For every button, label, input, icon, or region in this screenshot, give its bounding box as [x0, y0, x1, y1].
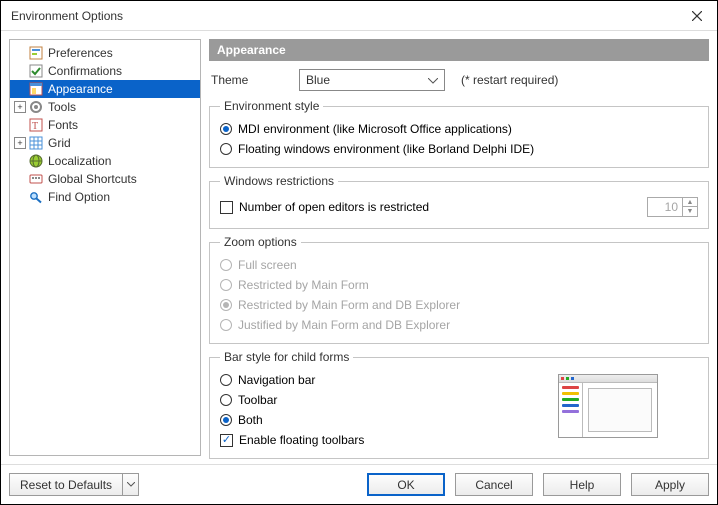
tree-label: Preferences — [48, 46, 113, 60]
cancel-button[interactable]: Cancel — [455, 473, 533, 496]
group-legend: Windows restrictions — [220, 174, 338, 188]
radio-label: Restricted by Main Form — [238, 278, 369, 292]
group-legend: Environment style — [220, 99, 323, 113]
tree-item-appearance[interactable]: Appearance — [10, 80, 200, 98]
spin-up-button[interactable]: ▲ — [683, 198, 697, 207]
tree-item-confirmations[interactable]: Confirmations — [10, 62, 200, 80]
radio-barstyle-toolbar[interactable]: Toolbar — [220, 390, 558, 410]
windows-restrictions-group: Windows restrictions Number of open edit… — [209, 174, 709, 229]
radio-floating-environment[interactable]: Floating windows environment (like Borla… — [220, 139, 698, 159]
fonts-icon: T — [28, 117, 44, 133]
tree-label: Localization — [48, 154, 111, 168]
titlebar: Environment Options — [1, 1, 717, 31]
theme-value: Blue — [306, 73, 330, 87]
radio-label: Full screen — [238, 258, 297, 272]
shortcuts-icon — [28, 171, 44, 187]
tree-label: Confirmations — [48, 64, 122, 78]
apply-button[interactable]: Apply — [631, 473, 709, 496]
tree-label: Grid — [48, 136, 71, 150]
theme-hint: (* restart required) — [461, 73, 558, 87]
page-title: Appearance — [209, 39, 709, 61]
tree-item-preferences[interactable]: Preferences — [10, 44, 200, 62]
radio-icon — [220, 279, 232, 291]
group-legend: Zoom options — [220, 235, 301, 249]
radio-icon — [220, 394, 232, 406]
tree-item-grid[interactable]: + Grid — [10, 134, 200, 152]
restrict-editors-checkbox[interactable] — [220, 201, 233, 214]
zoom-options-group: Zoom options Full screen Restricted by M… — [209, 235, 709, 344]
tree-label: Appearance — [48, 82, 113, 96]
tree-item-find-option[interactable]: Find Option — [10, 188, 200, 206]
radio-label: Navigation bar — [238, 373, 315, 387]
expand-icon[interactable]: + — [14, 137, 26, 149]
restriction-row: Number of open editors is restricted ▲ ▼ — [220, 194, 698, 220]
svg-text:T: T — [32, 121, 38, 132]
dialog-window: Environment Options Preferences Confirma… — [0, 0, 718, 505]
confirmations-icon — [28, 63, 44, 79]
radio-label: MDI environment (like Microsoft Office a… — [238, 122, 512, 136]
tools-icon — [28, 99, 44, 115]
tree-label: Fonts — [48, 118, 78, 132]
content-panel: Appearance Theme Blue (* restart require… — [209, 39, 709, 456]
tree-item-tools[interactable]: + Tools — [10, 98, 200, 116]
localization-icon — [28, 153, 44, 169]
reset-to-defaults-button[interactable]: Reset to Defaults — [9, 473, 139, 496]
radio-icon — [220, 414, 232, 426]
ok-button[interactable]: OK — [367, 473, 445, 496]
appearance-icon — [28, 81, 44, 97]
close-icon — [692, 11, 702, 21]
radio-icon — [220, 259, 232, 271]
radio-icon — [220, 123, 232, 135]
group-legend: Bar style for child forms — [220, 350, 353, 364]
nav-tree[interactable]: Preferences Confirmations Appearance + T… — [9, 39, 201, 456]
radio-label: Both — [238, 413, 263, 427]
barstyle-preview-image — [558, 374, 658, 438]
checkbox-label: Number of open editors is restricted — [239, 200, 429, 214]
bar-style-group: Bar style for child forms Navigation bar… — [209, 350, 709, 459]
theme-combobox[interactable]: Blue — [299, 69, 445, 91]
radio-icon — [220, 319, 232, 331]
help-button[interactable]: Help — [543, 473, 621, 496]
chevron-down-icon — [428, 73, 438, 87]
radio-mdi-environment[interactable]: MDI environment (like Microsoft Office a… — [220, 119, 698, 139]
radio-zoom-mainform: Restricted by Main Form — [220, 275, 698, 295]
radio-zoom-justified: Justified by Main Form and DB Explorer — [220, 315, 698, 335]
dialog-footer: Reset to Defaults OK Cancel Help Apply — [1, 464, 717, 504]
tree-item-global-shortcuts[interactable]: Global Shortcuts — [10, 170, 200, 188]
button-label: Reset to Defaults — [10, 474, 122, 495]
radio-label: Floating windows environment (like Borla… — [238, 142, 534, 156]
radio-label: Restricted by Main Form and DB Explorer — [238, 298, 460, 312]
editors-count-input[interactable] — [648, 198, 682, 216]
radio-label: Toolbar — [238, 393, 277, 407]
preferences-icon — [28, 45, 44, 61]
find-icon — [28, 189, 44, 205]
checkbox-icon — [220, 434, 233, 447]
checkbox-floating-toolbars[interactable]: Enable floating toolbars — [220, 430, 558, 450]
tree-label: Global Shortcuts — [48, 172, 137, 186]
checkbox-label: Enable floating toolbars — [239, 433, 364, 447]
radio-icon — [220, 143, 232, 155]
tree-item-fonts[interactable]: T Fonts — [10, 116, 200, 134]
theme-row: Theme Blue (* restart required) — [209, 69, 709, 91]
radio-icon — [220, 299, 232, 311]
radio-barstyle-both[interactable]: Both — [220, 410, 558, 430]
radio-zoom-fullscreen: Full screen — [220, 255, 698, 275]
chevron-down-icon[interactable] — [122, 474, 138, 495]
tree-item-localization[interactable]: Localization — [10, 152, 200, 170]
tree-label: Find Option — [48, 190, 110, 204]
close-button[interactable] — [677, 1, 717, 31]
theme-label: Theme — [209, 73, 299, 87]
radio-label: Justified by Main Form and DB Explorer — [238, 318, 450, 332]
editors-count-spinbox[interactable]: ▲ ▼ — [647, 197, 698, 217]
radio-icon — [220, 374, 232, 386]
window-title: Environment Options — [11, 9, 677, 23]
tree-label: Tools — [48, 100, 76, 114]
radio-zoom-mainform-dbexplorer: Restricted by Main Form and DB Explorer — [220, 295, 698, 315]
dialog-body: Preferences Confirmations Appearance + T… — [1, 31, 717, 464]
radio-barstyle-nav[interactable]: Navigation bar — [220, 370, 558, 390]
expand-icon[interactable]: + — [14, 101, 26, 113]
spin-down-button[interactable]: ▼ — [683, 207, 697, 216]
environment-style-group: Environment style MDI environment (like … — [209, 99, 709, 168]
grid-icon — [28, 135, 44, 151]
